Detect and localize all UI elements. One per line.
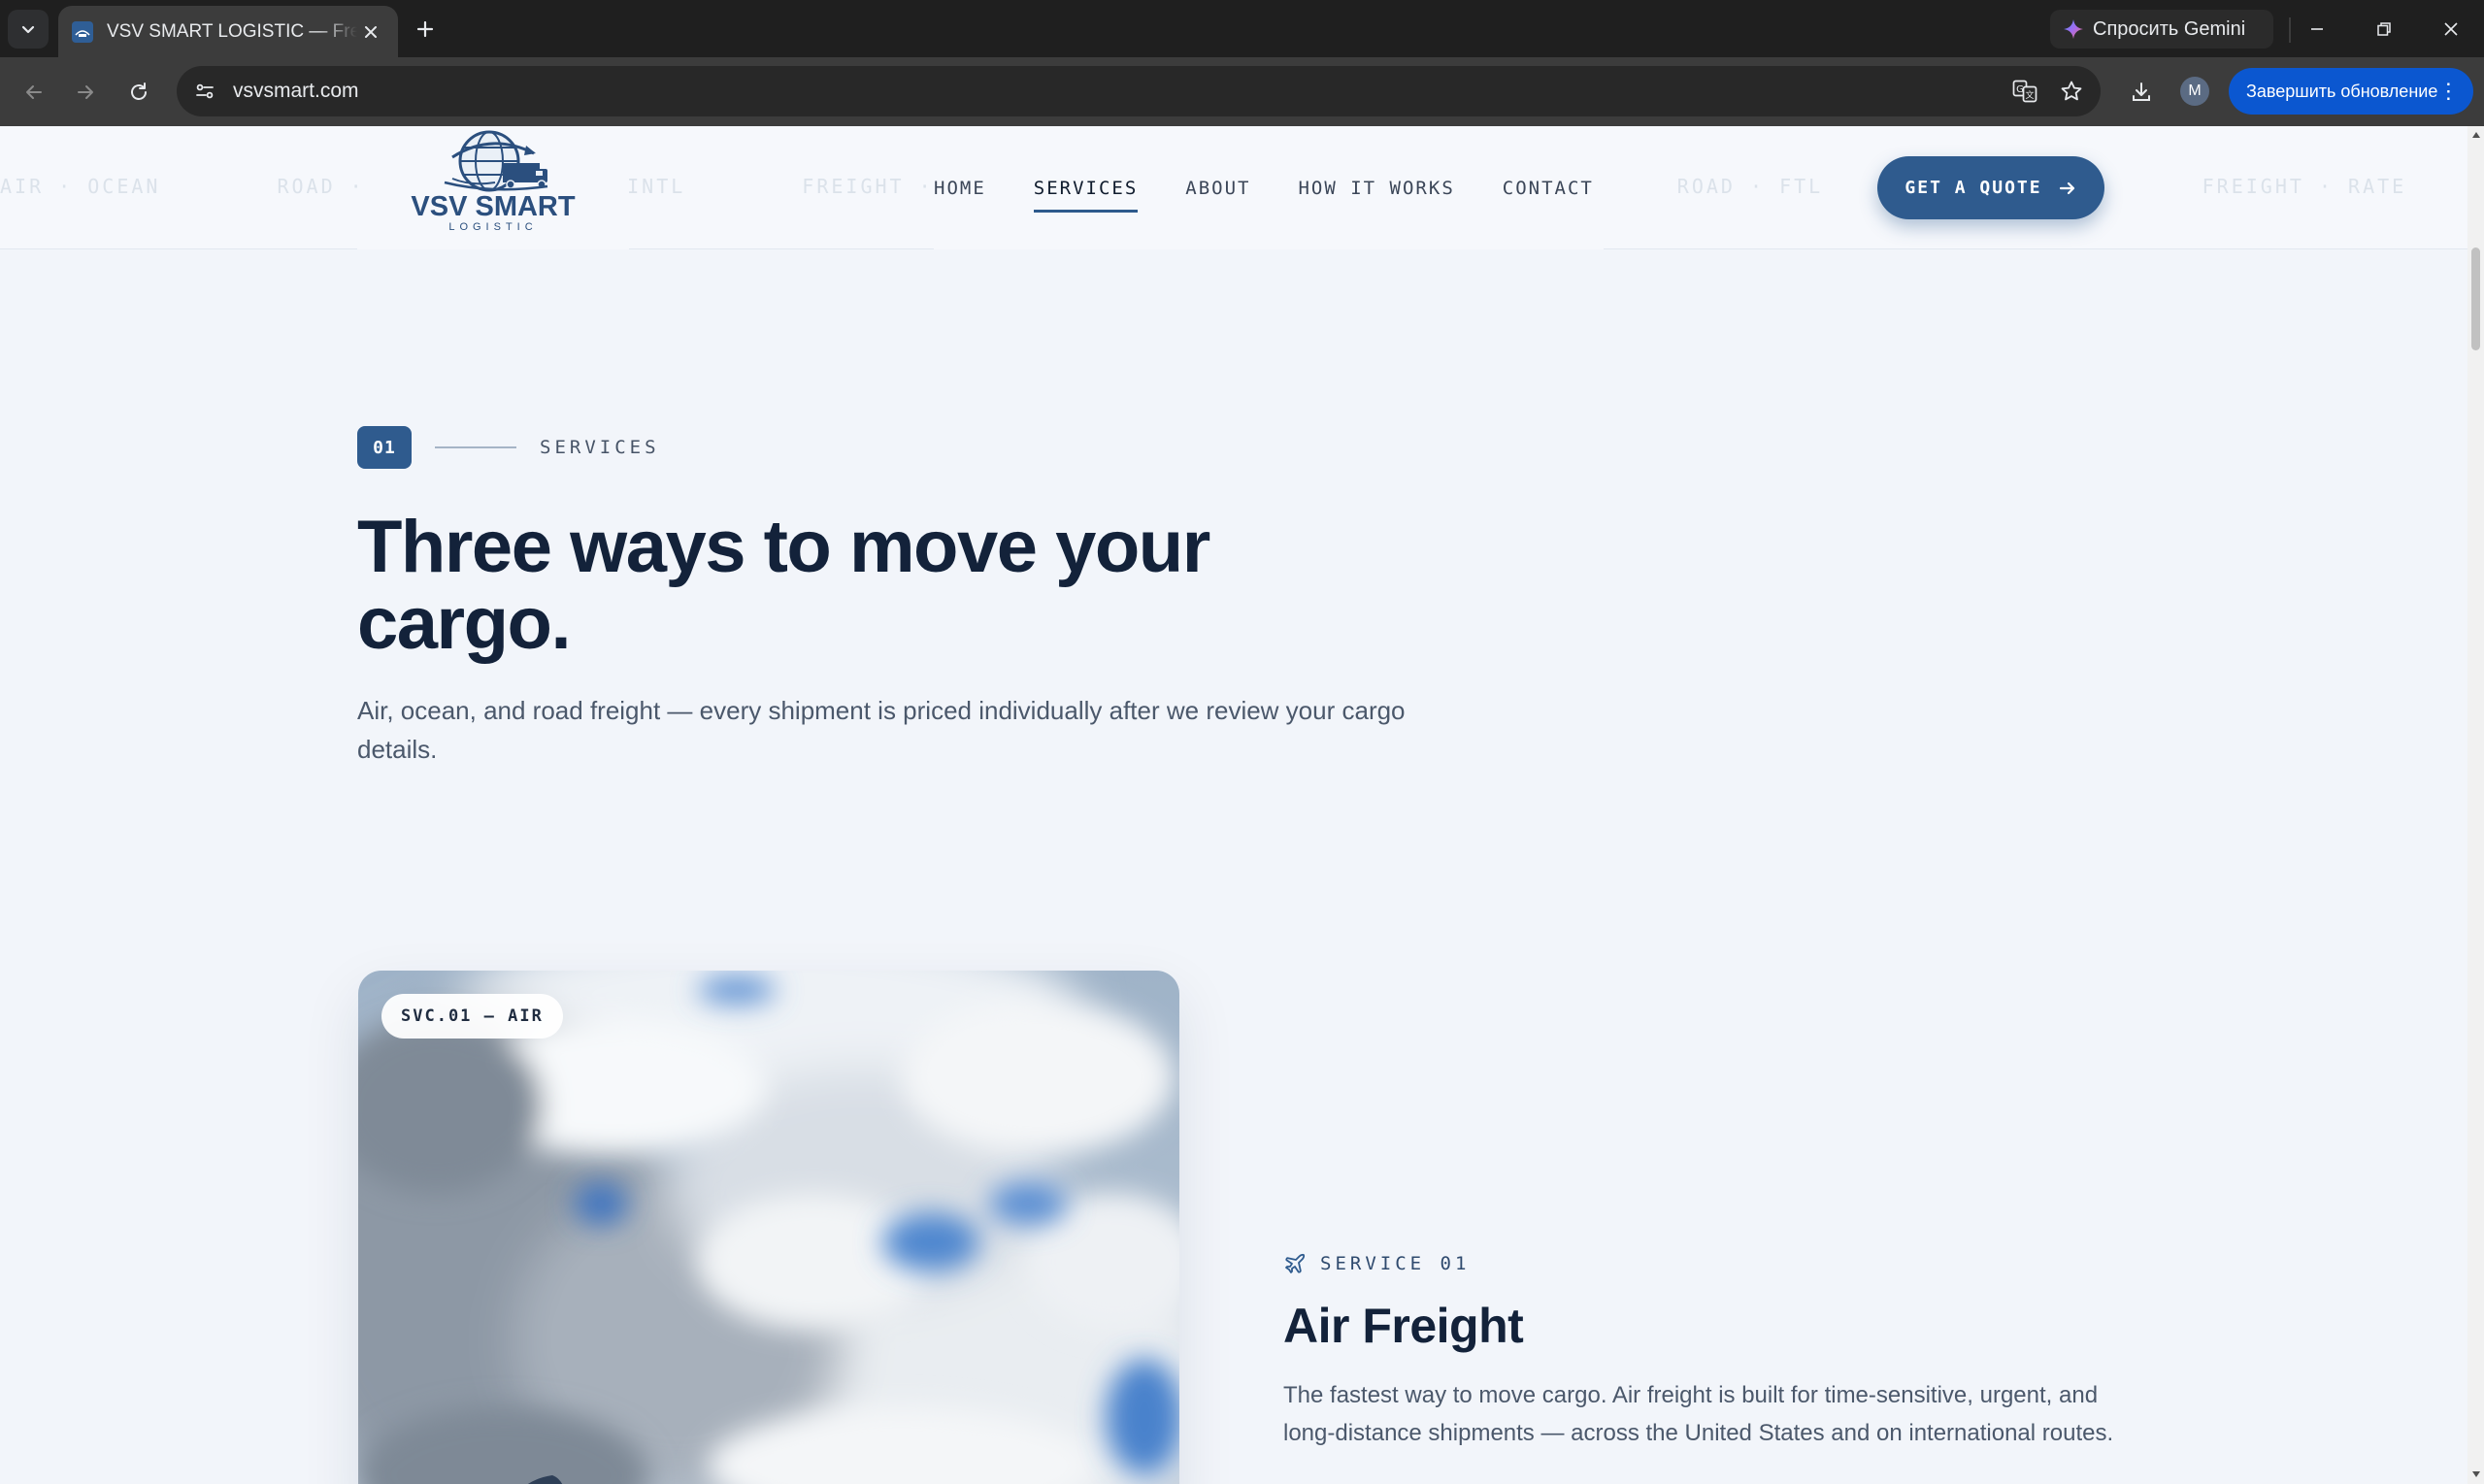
minimize-icon [2311,28,2323,30]
section-label: SERVICES [540,437,660,458]
get-a-quote-button[interactable]: GET A QUOTE [1877,156,2104,219]
close-window-button[interactable] [2422,8,2480,50]
active-tab[interactable]: VSV SMART LOGISTIC — Freight [58,6,398,57]
air-freight-image-card[interactable]: SVC.01 — AIR [358,971,1179,1484]
bookmark-star-icon[interactable] [2050,66,2093,116]
new-tab-button[interactable] [408,12,443,47]
forward-button[interactable] [65,72,106,113]
svg-text:文: 文 [2025,89,2034,101]
scroll-down-arrow-icon[interactable] [2470,1469,2481,1479]
ticker-item: ROAD · FTL [1676,175,1824,198]
tab-strip: VSV SMART LOGISTIC — Freight Спросить Ge… [0,0,2484,57]
arrow-right-icon [78,85,93,99]
finish-update-label: Завершить обновление [2246,81,2438,101]
nav-contact[interactable]: CONTACT [1503,178,1594,199]
service-number-label: SERVICE 01 [1320,1253,1471,1274]
browser-toolbar: vsvsmart.com G文 [0,57,2484,126]
close-tab-icon[interactable] [357,18,384,46]
ask-gemini-button[interactable]: Спросить Gemini [2050,10,2273,49]
address-bar[interactable]: vsvsmart.com G文 [177,66,2101,116]
site-header: AIR · OCEANROAD · FTLUSA · INTLFREIGHT ·… [0,126,2467,249]
reload-button[interactable] [118,72,159,113]
sky-clouds-image [358,971,1179,1484]
scrollbar-thumb[interactable] [2471,247,2480,350]
main-nav: HOME SERVICES ABOUT HOW IT WORKS CONTACT [934,126,1604,249]
plus-icon [416,20,434,38]
logo-subtitle: LOGISTIC [448,221,538,233]
restore-button[interactable] [2355,8,2413,50]
get-a-quote-label: GET A QUOTE [1904,178,2042,198]
reload-icon [131,82,147,100]
service-eyebrow: SERVICE 01 [1283,1252,1470,1275]
nav-home[interactable]: HOME [934,178,986,199]
ask-gemini-label: Спросить Gemini [2093,17,2246,40]
nav-services[interactable]: SERVICES [1033,178,1139,213]
tab-title: VSV SMART LOGISTIC — Freight [107,20,357,42]
section-eyebrow: 01 SERVICES [357,426,660,469]
browser-chrome: VSV SMART LOGISTIC — Freight Спросить Ge… [0,0,2484,126]
nav-how-it-works[interactable]: HOW IT WORKS [1298,178,1454,199]
gemini-sparkle-icon [2064,19,2083,39]
profile-avatar[interactable]: M [2180,77,2209,106]
site-favicon-icon [72,20,93,43]
more-vert-icon[interactable]: ⋮ [2437,79,2459,104]
scroll-up-arrow-icon[interactable] [2470,130,2481,140]
close-icon [2444,22,2458,36]
restore-icon [2377,22,2391,36]
nav-about[interactable]: ABOUT [1185,178,1250,199]
back-button[interactable] [14,72,54,113]
headline-line-1: Three ways to move your [357,506,1210,588]
globe-truck-logo-icon [444,130,548,192]
page-viewport: AIR · OCEANROAD · FTLUSA · INTLFREIGHT ·… [0,126,2467,1484]
site-logo[interactable]: VSV SMART LOGISTIC [357,126,629,249]
downloads-icon[interactable] [2121,72,2162,113]
ticker-item: FREIGHT · RATE [2202,175,2407,198]
headline-line-2: cargo. [357,582,572,665]
site-info-icon[interactable] [194,81,215,102]
minimize-button[interactable] [2288,8,2346,50]
tab-search-button[interactable] [8,10,49,49]
finish-update-button[interactable]: Завершить обновление ⋮ [2229,68,2473,115]
url-text[interactable]: vsvsmart.com [233,80,359,103]
section-number-badge: 01 [357,426,412,469]
section-lede: Air, ocean, and road freight — every shi… [357,696,1406,764]
service-title: Air Freight [1283,1299,1524,1353]
plane-icon [1285,1253,1306,1273]
arrow-left-icon [26,85,42,99]
ticker-item: AIR · OCEAN [0,175,161,198]
section-headline: Three ways to move your cargo. [357,509,1425,662]
chevron-down-icon [21,25,35,34]
service-description: The fastest way to move cargo. Air freig… [1283,1382,2114,1446]
arrow-right-icon [2058,179,2077,198]
translate-icon[interactable]: G文 [2004,66,2046,116]
logo-title: VSV SMART [411,191,576,222]
eyebrow-divider [435,446,516,448]
service-card-tag: SVC.01 — AIR [381,994,563,1039]
page-scrollbar[interactable] [2467,126,2484,1484]
